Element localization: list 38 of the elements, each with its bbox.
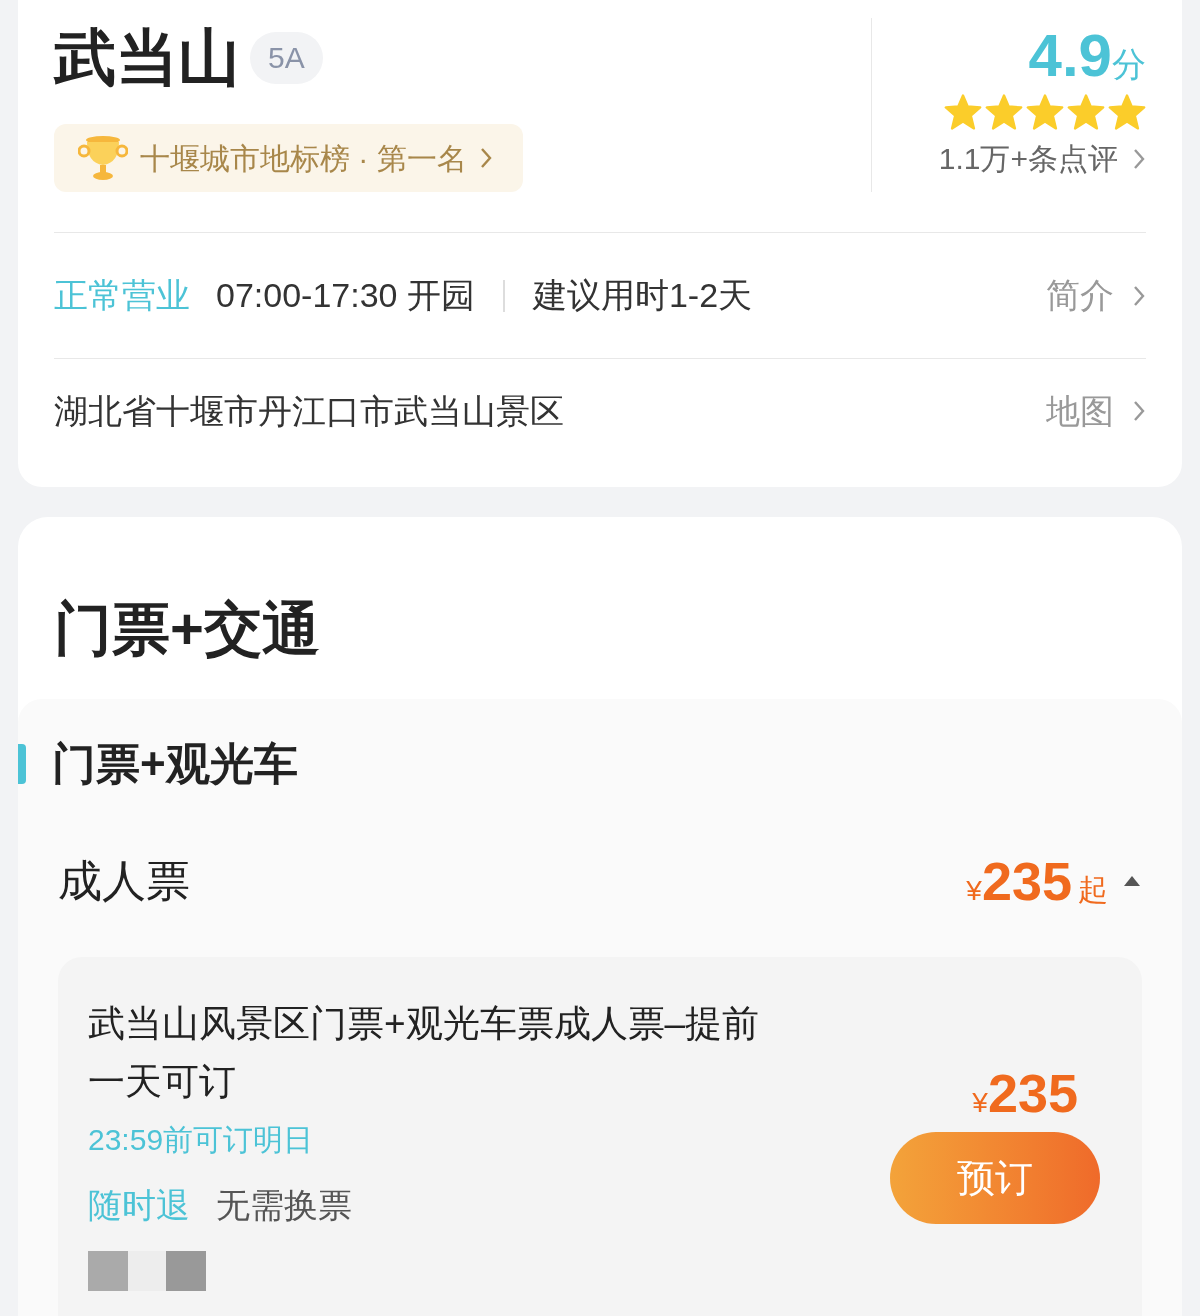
intro-link[interactable]: 简介 xyxy=(1046,270,1146,321)
trophy-icon xyxy=(78,135,128,181)
category-title: 门票+观光车 xyxy=(52,738,298,790)
chevron-right-icon xyxy=(1132,399,1146,423)
map-link[interactable]: 地图 xyxy=(1046,385,1146,437)
suggested-duration: 建议用时1-2天 xyxy=(532,275,753,316)
category-marker xyxy=(18,744,26,784)
address-text: 湖北省十堰市丹江口市武当山景区 xyxy=(54,390,564,432)
rating-score: 4.9 xyxy=(1028,21,1112,91)
ticket-group-header[interactable]: 成人票 ¥235 起 xyxy=(18,829,1182,933)
attraction-title: 武当山 xyxy=(54,22,240,94)
image-placeholder xyxy=(128,1251,166,1291)
starting-price: 235 xyxy=(981,849,1072,913)
currency-symbol: ¥ xyxy=(966,874,982,908)
star-icon xyxy=(944,94,982,130)
book-button[interactable]: 预订 xyxy=(890,1132,1100,1224)
star-icon xyxy=(985,94,1023,130)
grade-badge: 5A xyxy=(250,32,323,84)
section-title: 门票+交通 xyxy=(54,596,320,661)
score-unit: 分 xyxy=(1112,45,1146,85)
opening-hours: 07:00-17:30 开园 xyxy=(216,275,475,316)
ticket-tag: 随时退 xyxy=(88,1180,190,1231)
star-icon xyxy=(1067,94,1105,130)
open-status: 正常营业 xyxy=(54,275,190,316)
ticket-type: 成人票 xyxy=(58,855,190,907)
image-placeholder xyxy=(88,1251,128,1291)
ticket-tag: 无需换票 xyxy=(216,1180,352,1231)
booking-note: 23:59前可订明日 xyxy=(88,1122,315,1158)
currency-symbol: ¥ xyxy=(972,1087,988,1120)
price-suffix: 起 xyxy=(1078,871,1108,908)
product-price: 235 xyxy=(987,1063,1078,1123)
star-icon xyxy=(1108,94,1146,130)
image-placeholder xyxy=(166,1251,206,1291)
chevron-right-icon xyxy=(478,146,493,170)
product-name: 武当山风景区门票+观光车票成人票–提前一天可订 xyxy=(88,1002,761,1104)
ranking-link[interactable]: 十堰城市地标榜 · 第一名 xyxy=(54,124,523,192)
reviews-link[interactable]: 1.1万+条点评 xyxy=(938,136,1146,181)
star-icon xyxy=(1026,94,1064,130)
